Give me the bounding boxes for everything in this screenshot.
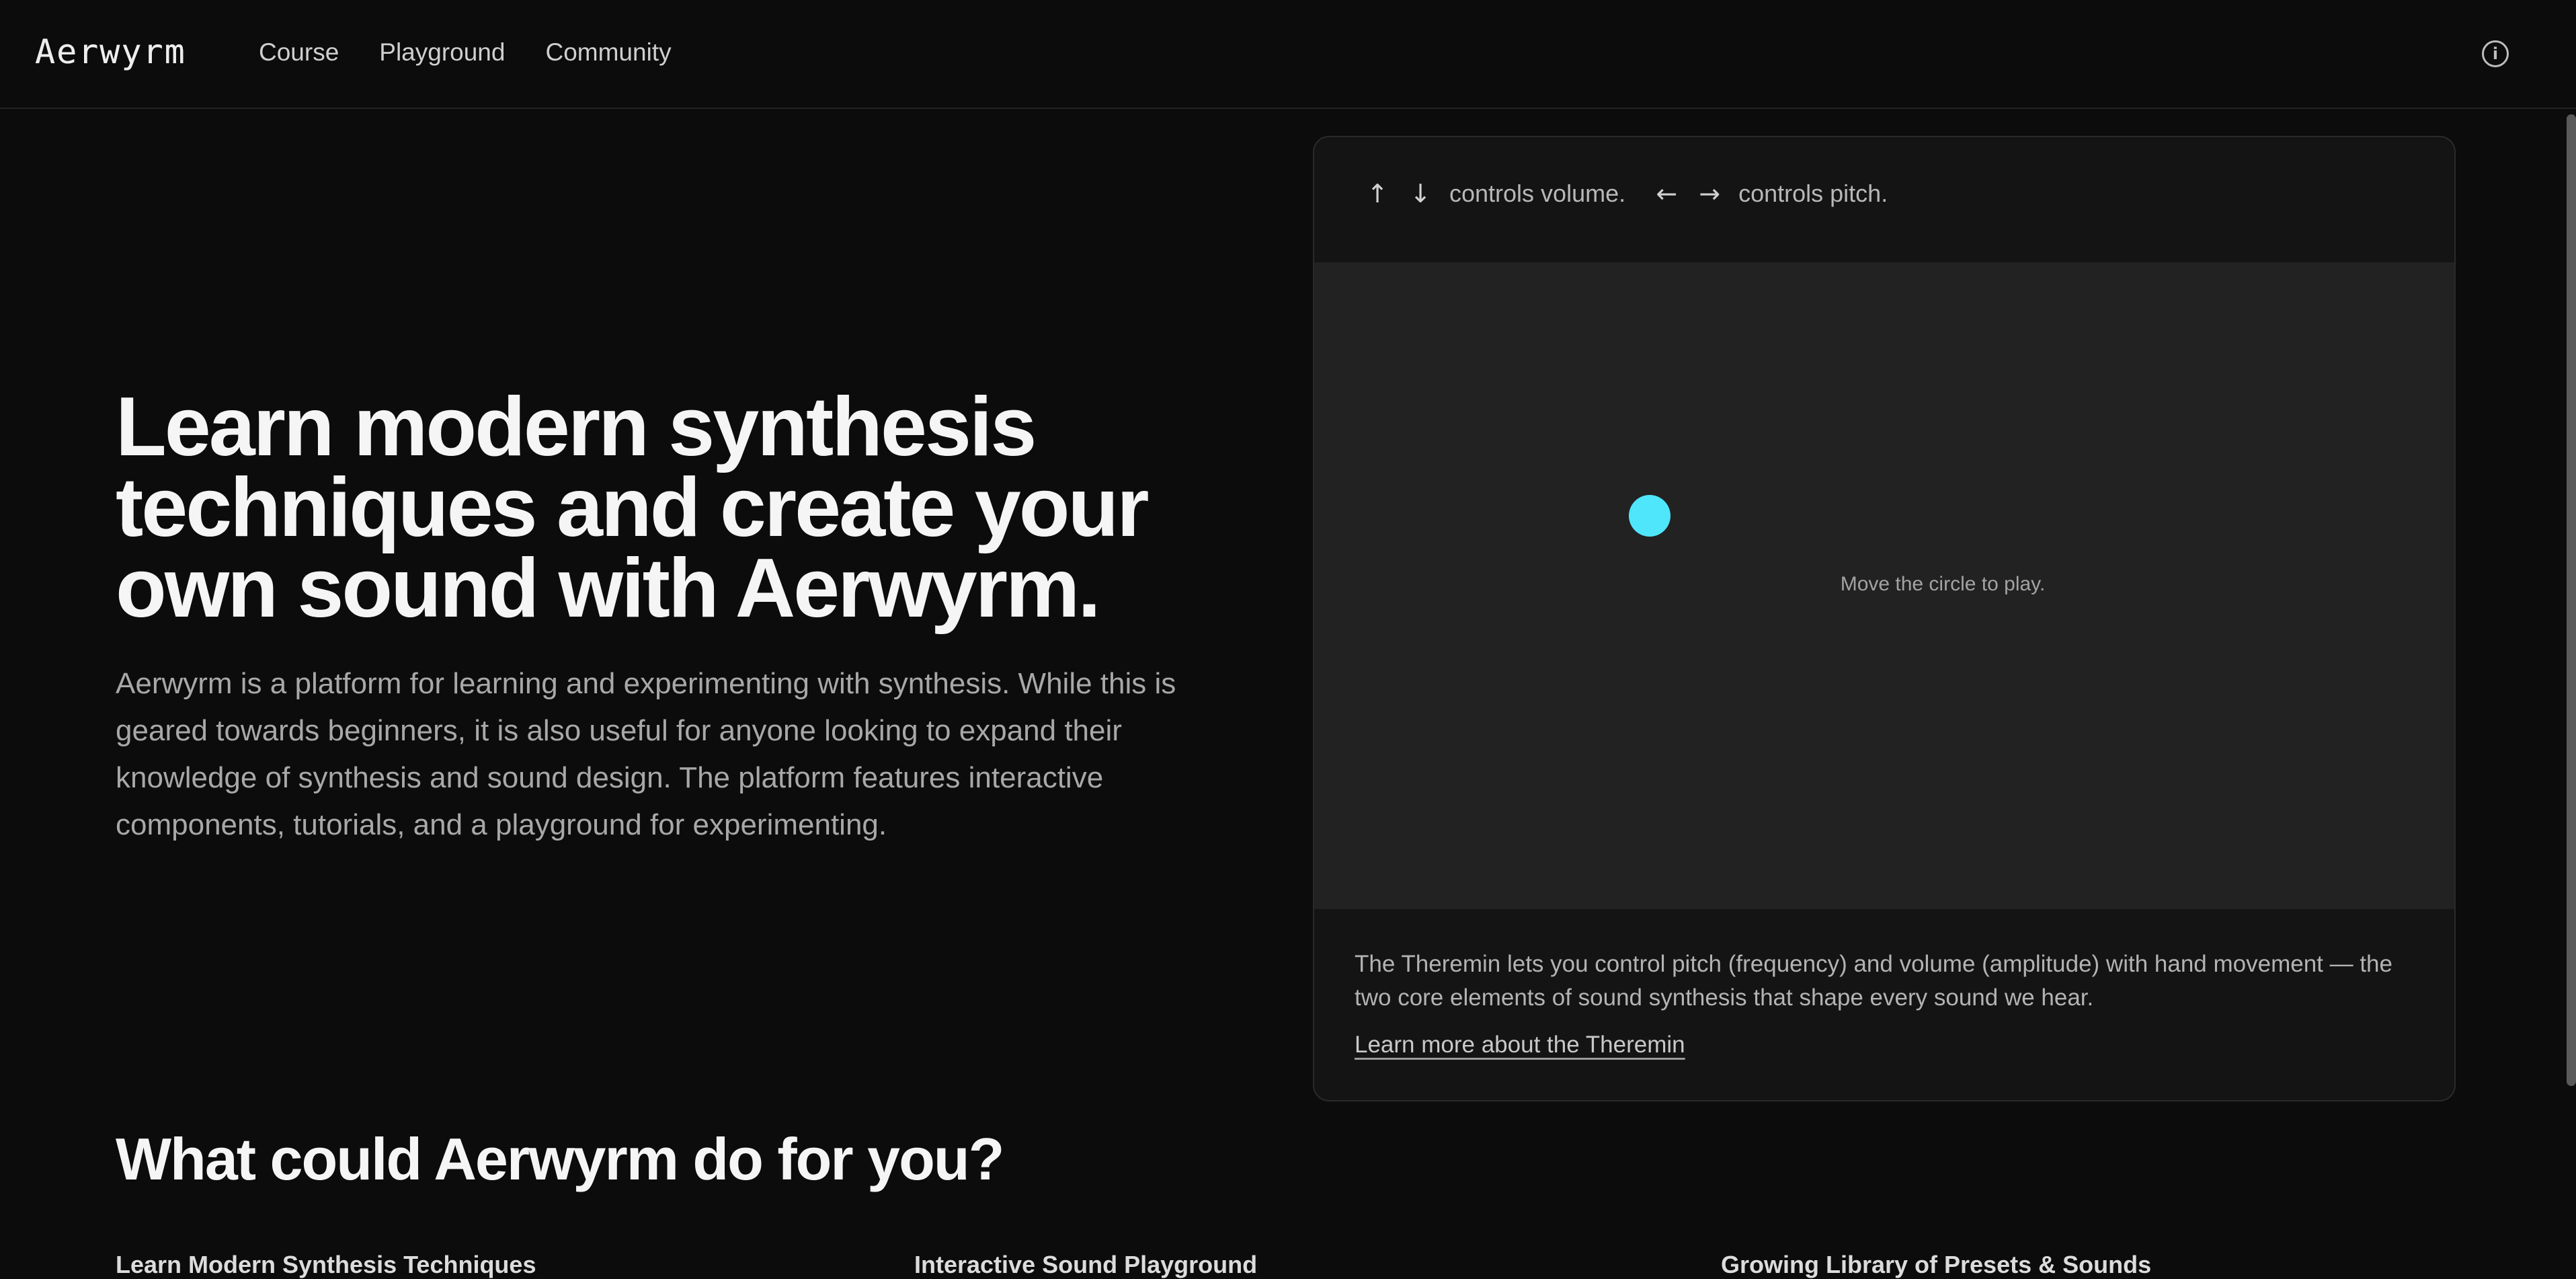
nav-link-community[interactable]: Community — [545, 38, 671, 67]
scrollbar-thumb[interactable] — [2567, 114, 2576, 1086]
feature-heading-2: Interactive Sound Playground — [914, 1251, 1258, 1278]
arrow-right-icon: → — [1699, 179, 1721, 208]
arrow-left-icon: ← — [1656, 179, 1678, 208]
nav-link-playground[interactable]: Playground — [379, 38, 505, 67]
play-hint: Move the circle to play. — [1840, 573, 2046, 595]
feature-heading-3: Growing Library of Presets & Sounds — [1721, 1251, 2152, 1278]
top-navigation-bar: Aerwyrm Course Playground Community i — [0, 0, 2576, 109]
section-title: What could Aerwyrm do for you? — [116, 1126, 1004, 1192]
arrow-up-icon: ↑ — [1367, 179, 1388, 208]
main-nav: Course Playground Community — [259, 38, 672, 67]
theremin-description: The Theremin lets you control pitch (fre… — [1355, 951, 2392, 1011]
theremin-circle-handle[interactable] — [1629, 495, 1671, 537]
logo[interactable]: Aerwyrm — [35, 32, 186, 71]
theremin-play-area[interactable]: Move the circle to play. — [1314, 262, 2454, 909]
info-icon[interactable]: i — [2482, 40, 2509, 67]
feature-heading-1: Learn Modern Synthesis Techniques — [116, 1251, 536, 1278]
hero-description: Aerwyrm is a platform for learning and e… — [116, 667, 1176, 841]
hero-title: Learn modern synthesis techniques and cr… — [116, 381, 1149, 635]
arrow-down-icon: ↓ — [1410, 179, 1431, 208]
volume-control-text: controls volume. — [1449, 180, 1626, 207]
theremin-controls-legend: ↑ ↓ controls volume. ← → controls pitch. — [1363, 179, 1888, 208]
pitch-control-text: controls pitch. — [1738, 180, 1888, 207]
learn-more-theremin-link[interactable]: Learn more about the Theremin — [1355, 1032, 1685, 1058]
theremin-card: ↑ ↓ controls volume. ← → controls pitch.… — [1313, 136, 2456, 1101]
nav-link-course[interactable]: Course — [259, 38, 339, 67]
